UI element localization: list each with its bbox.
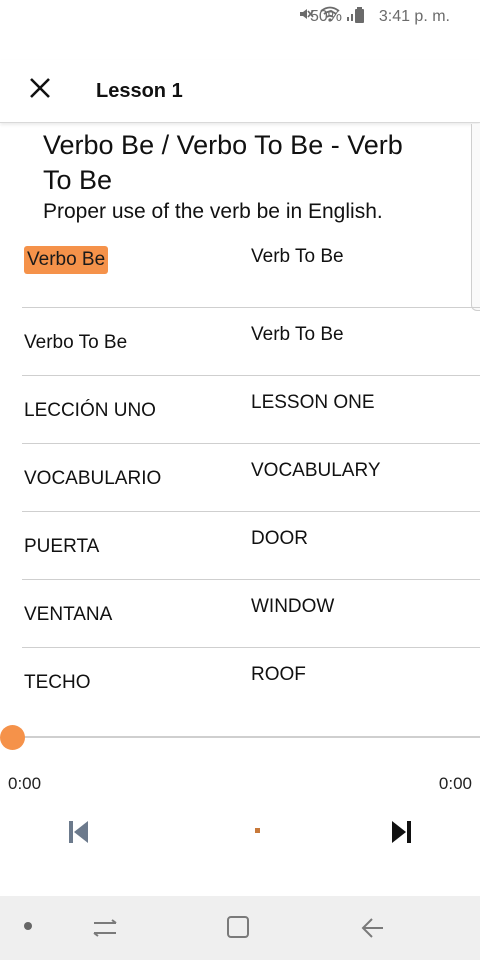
english-term: DOOR [251, 528, 308, 549]
spanish-term: Verbo Be [24, 246, 109, 274]
list-item[interactable]: VENTANA WINDOW [22, 580, 480, 648]
english-term: ROOF [251, 664, 306, 685]
lesson-content[interactable]: Verbo Be / Verbo To Be - Verb To Be Prop… [0, 124, 480, 714]
list-item[interactable]: PUERTA DOOR [22, 512, 480, 580]
english-term: WINDOW [251, 596, 335, 617]
vocabulary-list: Verbo Be Verb To Be Verbo To Be Verb To … [22, 240, 480, 714]
list-item[interactable]: LECCIÓN UNO LESSON ONE [22, 376, 480, 444]
skip-next-icon[interactable] [390, 818, 414, 846]
spanish-term: VENTANA [24, 604, 113, 625]
skip-previous-icon[interactable] [66, 818, 90, 846]
clock: 3:41 p. m. [378, 8, 450, 25]
dot-icon[interactable] [24, 922, 32, 930]
topic-title: Verbo Be / Verbo To Be - Verb To Be [43, 130, 403, 195]
home-icon[interactable] [225, 914, 251, 940]
close-icon[interactable] [26, 74, 54, 102]
spanish-term: TECHO [24, 672, 91, 693]
list-item[interactable]: VOCABULARIO VOCABULARY [22, 444, 480, 512]
elapsed-time: 0:00 [8, 774, 42, 793]
spanish-term: VOCABULARIO [24, 468, 162, 489]
spanish-term: PUERTA [24, 536, 100, 557]
spanish-term: LECCIÓN UNO [24, 400, 156, 421]
topic-description: Proper use of the verb be in English. [43, 200, 383, 223]
play-indicator[interactable] [255, 828, 260, 833]
seek-bar[interactable] [12, 736, 480, 738]
list-item[interactable]: Verbo To Be Verb To Be [22, 308, 480, 376]
seek-thumb[interactable] [0, 725, 25, 750]
english-term: VOCABULARY [251, 460, 381, 481]
english-term: LESSON ONE [251, 392, 375, 413]
battery-icon [355, 7, 364, 23]
back-icon[interactable] [358, 914, 386, 942]
app-header: Lesson 1 [0, 60, 480, 123]
spanish-term: Verbo To Be [24, 332, 128, 353]
lesson-title: Lesson 1 [96, 80, 183, 102]
english-term: Verb To Be [251, 246, 344, 267]
total-duration: 0:00 [438, 774, 472, 793]
recent-apps-icon[interactable] [90, 914, 120, 942]
list-item[interactable]: TECHO ROOF [22, 648, 480, 714]
english-term: Verb To Be [251, 324, 344, 345]
battery-percentage: 50% [309, 8, 342, 25]
system-nav-bar [0, 896, 480, 960]
status-bar: 50% 3:41 p. m. [0, 0, 480, 34]
list-item[interactable]: Verbo Be Verb To Be [22, 240, 480, 308]
